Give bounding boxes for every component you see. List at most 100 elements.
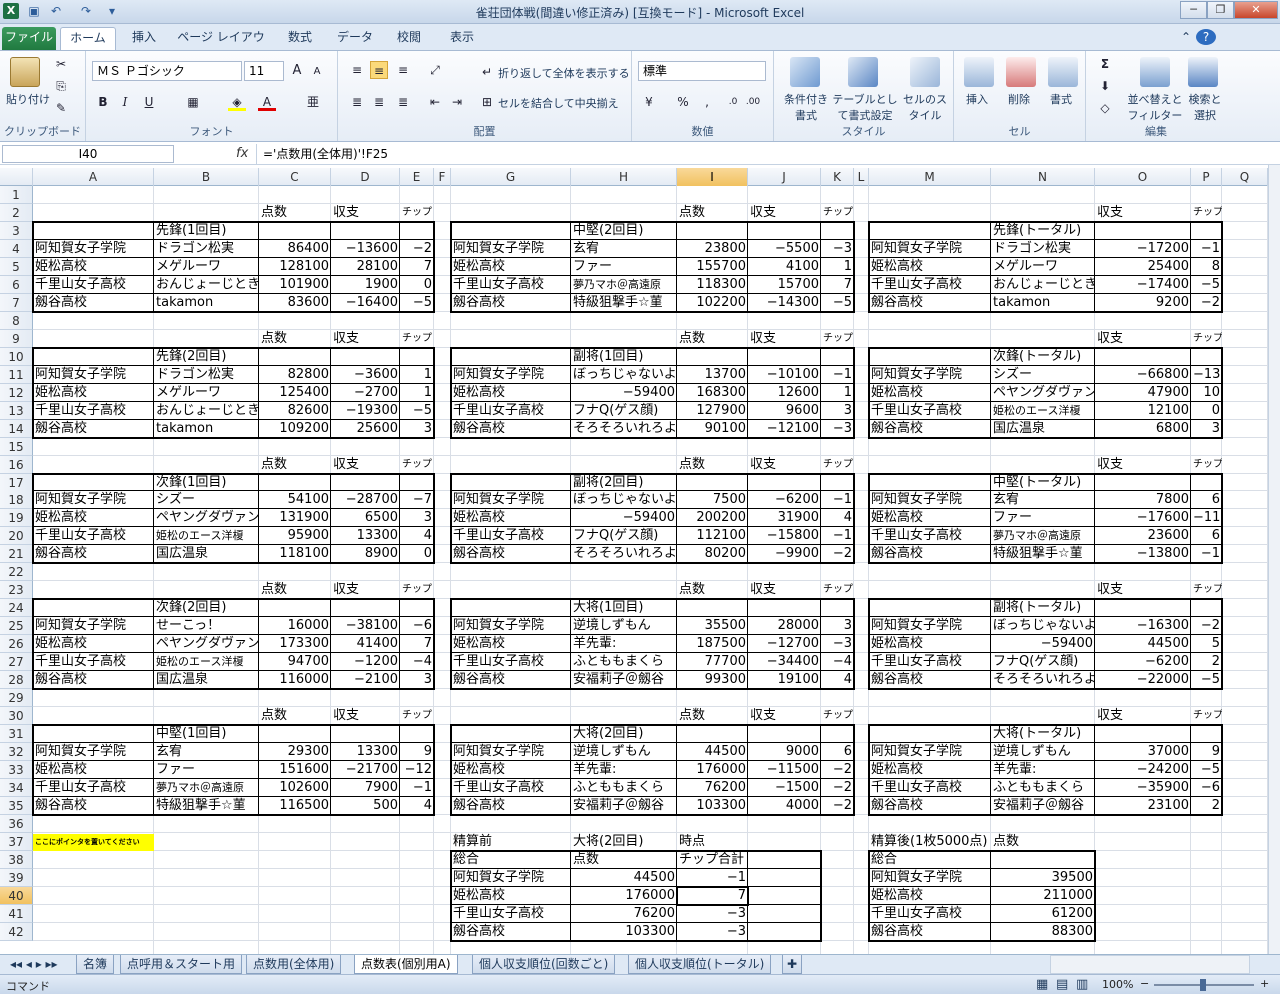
cell[interactable]: −66800 [1095,366,1191,384]
cell[interactable]: −4 [400,653,434,671]
cell[interactable]: 姫松高校 [33,509,154,527]
cell[interactable]: 千里山女子高校 [451,779,571,797]
cell[interactable]: 阿知賀女子学院 [869,240,991,258]
cell[interactable]: 点数 [259,456,331,474]
cell[interactable]: そろそろいれろよ [991,671,1095,689]
cell[interactable]: 夢乃マホ＠高遠原 [571,276,677,294]
cell[interactable]: 千里山女子高校 [33,527,154,545]
cell[interactable]: 千里山女子高校 [869,905,991,923]
cell[interactable]: 151600 [259,761,331,779]
cell[interactable]: 大将(2回目) [571,725,677,743]
cell[interactable]: 逆境しずもん [571,743,677,761]
cell[interactable]: 4 [400,797,434,815]
tab-page-layout[interactable]: ページ レイアウト [176,27,266,65]
cell[interactable]: フナQ(ゲス顔) [571,402,677,420]
name-box[interactable]: I40 [2,145,174,163]
cell[interactable]: 大将(1回目) [571,599,677,617]
cell[interactable]: −3 [677,923,748,941]
align-bottom-icon[interactable]: ≡ [394,61,412,79]
cell[interactable]: 76200 [571,905,677,923]
cell[interactable]: シズー [991,366,1095,384]
cell[interactable]: −2 [821,797,854,815]
cell[interactable]: 次鋒(2回目) [154,599,259,617]
cell[interactable]: 収支 [748,581,821,599]
format-as-table-icon[interactable] [848,57,878,87]
cell[interactable]: −13 [1191,366,1222,384]
cell[interactable]: 劔谷高校 [451,294,571,312]
cell[interactable]: チップ [821,330,854,348]
cell[interactable]: 国広温泉 [154,671,259,689]
cell[interactable]: 9000 [748,743,821,761]
cell[interactable]: メゲルーワ [154,384,259,402]
cell[interactable]: 6 [821,743,854,761]
phonetic-icon[interactable]: 亜 [304,93,322,111]
cell[interactable]: 阿知賀女子学院 [33,240,154,258]
cell[interactable]: 劔谷高校 [869,294,991,312]
cell[interactable]: −1200 [331,653,400,671]
column-header[interactable]: O [1095,168,1191,186]
cell[interactable]: 千里山女子高校 [869,402,991,420]
cell[interactable]: 37000 [1095,743,1191,761]
cell[interactable]: 200200 [677,509,748,527]
cell[interactable]: takamon [154,420,259,438]
row-header[interactable]: 32 [0,743,33,762]
select-all-corner[interactable] [0,168,33,186]
cell[interactable]: 23600 [1095,527,1191,545]
cell[interactable]: ふとももまくら [991,779,1095,797]
cell[interactable]: −11 [1191,509,1222,527]
cell[interactable]: 3 [400,509,434,527]
cell[interactable]: 姫松高校 [869,761,991,779]
cell[interactable]: 6 [1191,491,1222,509]
wrap-text-icon[interactable]: ↵ [478,63,496,81]
row-header[interactable]: 38 [0,850,33,869]
cell[interactable]: 211000 [991,887,1095,905]
cell[interactable]: −22000 [1095,671,1191,689]
cell[interactable]: 25600 [331,420,400,438]
row-header[interactable]: 11 [0,365,33,384]
cell[interactable]: 収支 [748,707,821,725]
column-header[interactable]: M [869,168,991,186]
cell[interactable]: 千里山女子高校 [33,402,154,420]
cell[interactable]: 玄宥 [991,491,1095,509]
cell[interactable]: 姫松高校 [869,384,991,402]
cell[interactable]: ペヤングダヴァン [154,635,259,653]
italic-button[interactable]: I [116,93,134,111]
column-header[interactable]: L [854,168,869,186]
cell[interactable]: 阿知賀女子学院 [33,743,154,761]
cell[interactable]: −1500 [748,779,821,797]
cell[interactable]: 2 [1191,653,1222,671]
column-header[interactable]: B [154,168,259,186]
cell[interactable]: 点数 [677,707,748,725]
cell[interactable]: 収支 [1095,581,1191,599]
cell[interactable]: ドラゴン松実 [991,240,1095,258]
cell[interactable]: シズー [154,491,259,509]
cell[interactable]: −1 [1191,240,1222,258]
page-layout-view-icon[interactable]: ▤ [1056,977,1068,992]
conditional-format-button[interactable]: 条件付き書式 [780,91,832,123]
cell[interactable]: 39500 [991,869,1095,887]
cell[interactable]: 劔谷高校 [33,671,154,689]
cell[interactable]: 阿知賀女子学院 [451,743,571,761]
cell[interactable]: 118300 [677,276,748,294]
row-header[interactable]: 35 [0,796,33,815]
row-header[interactable]: 33 [0,761,33,780]
cell[interactable]: −1 [821,527,854,545]
cell[interactable]: フナQ(ゲス顔) [991,653,1095,671]
cell[interactable]: 阿知賀女子学院 [869,366,991,384]
cell[interactable]: 収支 [748,330,821,348]
cell[interactable]: −24200 [1095,761,1191,779]
insert-sheet-icon[interactable]: ✚ [782,955,803,974]
cell[interactable]: 118100 [259,545,331,563]
row-header[interactable]: 12 [0,383,33,402]
cell[interactable]: 8900 [331,545,400,563]
row-header[interactable]: 3 [0,221,33,240]
cell[interactable]: 姫松のエース洋榎 [154,527,259,545]
cell[interactable]: 77700 [677,653,748,671]
row-header[interactable]: 26 [0,635,33,654]
sort-filter-icon[interactable] [1140,57,1170,87]
cell[interactable]: 7 [821,276,854,294]
cell[interactable]: 点数 [677,456,748,474]
cell[interactable]: 羊先輩: [571,761,677,779]
cell[interactable]: 4 [821,671,854,689]
cell[interactable]: 500 [331,797,400,815]
